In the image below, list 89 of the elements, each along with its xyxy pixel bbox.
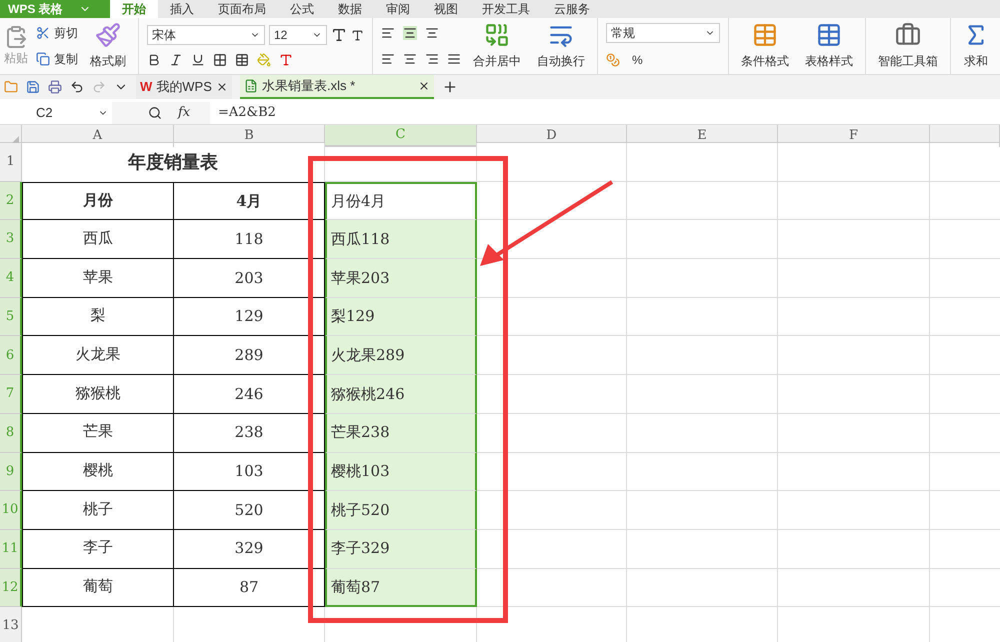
name-box[interactable]: C2 bbox=[0, 102, 112, 124]
zoom-icon[interactable] bbox=[148, 106, 162, 120]
close-icon[interactable] bbox=[418, 80, 430, 92]
justify-icon[interactable] bbox=[447, 52, 461, 66]
align-bottom-icon[interactable] bbox=[425, 26, 439, 40]
fill-color-icon[interactable] bbox=[257, 53, 271, 67]
copy-icon bbox=[36, 52, 50, 66]
column-header[interactable]: D bbox=[477, 125, 627, 146]
cut-button[interactable]: 剪切 bbox=[36, 24, 78, 42]
align-center-icon[interactable] bbox=[403, 52, 417, 66]
function-label[interactable]: fx bbox=[178, 103, 202, 123]
table-cell: 苹果 bbox=[22, 259, 174, 298]
print-icon[interactable] bbox=[48, 80, 62, 94]
table-cell: 樱桃 bbox=[22, 452, 174, 492]
column-header[interactable]: F bbox=[778, 125, 930, 146]
table-cell: 月份 bbox=[22, 182, 174, 220]
underline-icon[interactable] bbox=[191, 53, 205, 67]
toolbox-icon bbox=[895, 22, 921, 48]
table-icon bbox=[752, 22, 778, 48]
sum-button[interactable]: 求和 bbox=[959, 22, 993, 70]
italic-icon[interactable] bbox=[169, 53, 183, 67]
format-painter-button[interactable]: 格式刷 bbox=[86, 22, 130, 70]
table-cell: 樱桃103 bbox=[325, 452, 477, 492]
table-cell: 芒果 bbox=[22, 414, 174, 452]
row-header[interactable]: 1 bbox=[0, 143, 22, 182]
undo-icon[interactable] bbox=[70, 80, 84, 94]
table-cell: 桃子 bbox=[22, 491, 174, 530]
document-tab[interactable]: W 我的WPS bbox=[136, 75, 232, 99]
brush-icon bbox=[95, 22, 121, 48]
tab-title: 水果销量表.xls * bbox=[262, 77, 356, 96]
close-icon[interactable] bbox=[216, 81, 228, 93]
table-cell: 梨 bbox=[22, 298, 174, 336]
tab-title: 我的WPS bbox=[156, 78, 212, 96]
menu-tab[interactable]: 云服务 bbox=[542, 0, 602, 18]
row-header[interactable]: 13 bbox=[0, 607, 22, 642]
table-cell: 李子 bbox=[22, 530, 174, 569]
wps-logo: W bbox=[140, 78, 152, 96]
formula-field[interactable]: =A2&B2 bbox=[210, 102, 1000, 124]
table-cell: 芒果238 bbox=[325, 414, 477, 452]
font-color-icon[interactable] bbox=[279, 53, 293, 67]
number-format-field[interactable]: 常规 bbox=[606, 23, 720, 43]
menu-tab[interactable]: 开始 bbox=[110, 0, 158, 18]
save-icon[interactable] bbox=[26, 80, 40, 94]
scissors-icon bbox=[36, 26, 50, 40]
font-name-field[interactable]: 宋体 bbox=[147, 25, 265, 45]
table-cell: 火龙果289 bbox=[325, 336, 477, 376]
table-cell: 猕猴桃246 bbox=[325, 375, 477, 414]
column-header[interactable]: E bbox=[627, 125, 778, 146]
table-title: 年度销量表 bbox=[128, 150, 218, 174]
borders-icon[interactable] bbox=[213, 53, 227, 67]
cell-style-icon[interactable] bbox=[235, 53, 249, 67]
menu-tab[interactable]: 公式 bbox=[278, 0, 326, 18]
currency-icon[interactable] bbox=[606, 53, 620, 67]
align-top-icon[interactable] bbox=[381, 26, 395, 40]
table-cell: 苹果203 bbox=[325, 259, 477, 298]
table-cell: 猕猴桃 bbox=[22, 375, 174, 414]
table-cell: 李子329 bbox=[325, 530, 477, 569]
percent-button[interactable]: % bbox=[632, 51, 643, 69]
table-cell: 西瓜 bbox=[22, 220, 174, 260]
spreadsheet-icon bbox=[244, 79, 258, 93]
menu-tab[interactable]: 页面布局 bbox=[206, 0, 278, 18]
table-cell: 火龙果 bbox=[22, 336, 174, 376]
menu-tab[interactable]: 插入 bbox=[158, 0, 206, 18]
toolbox-button[interactable]: 智能工具箱 bbox=[874, 22, 942, 70]
align-right-icon[interactable] bbox=[425, 52, 439, 66]
bold-icon[interactable] bbox=[147, 53, 161, 67]
copy-button[interactable]: 复制 bbox=[36, 50, 78, 68]
clipboard-icon bbox=[4, 25, 28, 49]
wrap-text-button[interactable]: 自动换行 bbox=[533, 22, 589, 70]
conditional-format-button[interactable]: 条件格式 bbox=[737, 22, 793, 70]
table-style-button[interactable]: 表格样式 bbox=[801, 22, 857, 70]
align-left-icon[interactable] bbox=[381, 52, 395, 66]
merge-center-button[interactable]: 合并居中 bbox=[469, 22, 525, 70]
document-tab[interactable]: 水果销量表.xls * bbox=[240, 75, 434, 99]
table-cell: 桃子520 bbox=[325, 491, 477, 530]
table-cell: 葡萄87 bbox=[325, 568, 477, 608]
menu-tab[interactable]: 开发工具 bbox=[470, 0, 542, 18]
new-tab-icon[interactable] bbox=[442, 79, 458, 95]
menu-tab[interactable]: 视图 bbox=[422, 0, 470, 18]
table-cell: 葡萄 bbox=[22, 568, 174, 608]
menu-tab[interactable]: 审阅 bbox=[374, 0, 422, 18]
table-cell: 月份4月 bbox=[325, 182, 477, 220]
table-icon bbox=[816, 22, 842, 48]
table-cell: 西瓜118 bbox=[325, 220, 477, 260]
font-size-field[interactable]: 12 bbox=[269, 25, 327, 45]
menu-tab[interactable]: 数据 bbox=[326, 0, 374, 18]
merge-icon bbox=[484, 22, 510, 48]
align-middle-icon[interactable] bbox=[403, 26, 417, 40]
table-cell: 梨129 bbox=[325, 298, 477, 336]
